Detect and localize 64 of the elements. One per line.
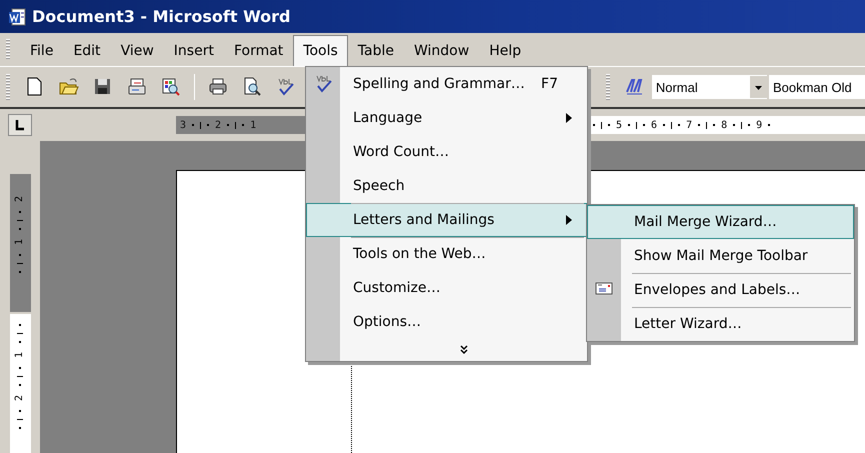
menu-item[interactable]: Tools on the Web… <box>306 237 587 271</box>
tab-selector-icon[interactable] <box>8 114 32 136</box>
ruler-number: 2 <box>215 120 222 130</box>
ruler-number: 8 <box>721 120 728 130</box>
spelling-icon <box>314 74 334 94</box>
spelling-icon[interactable] <box>276 77 296 97</box>
menu-label: Word Count… <box>352 144 450 160</box>
menu-item[interactable]: Language <box>306 101 587 135</box>
menu-item[interactable]: Letter Wizard… <box>587 307 854 341</box>
menu-item[interactable]: Mail Merge Wizard… <box>587 205 854 239</box>
menu-label: Letter Wizard… <box>633 316 743 332</box>
print-icon[interactable] <box>208 77 228 97</box>
menu-item[interactable]: Speech <box>306 169 587 203</box>
menu-label: Mail Merge Wizard… <box>633 214 778 230</box>
font-field[interactable]: Bookman Old <box>768 75 865 99</box>
menu-label: Letters and Mailings <box>352 212 496 228</box>
print-preview-icon[interactable] <box>242 77 262 97</box>
ruler-number: 2 <box>15 394 25 402</box>
shortcut-text: F7 <box>541 76 559 92</box>
menu-item[interactable]: View <box>110 35 164 66</box>
menu-label: Language <box>352 110 424 126</box>
research-icon[interactable] <box>160 77 181 97</box>
menu-item[interactable]: Tools <box>293 35 348 66</box>
open-folder-icon[interactable] <box>58 77 79 97</box>
ruler-number: 3 <box>180 120 186 130</box>
menu-item[interactable]: Edit <box>63 35 111 66</box>
save-icon[interactable] <box>92 77 113 97</box>
menu-label: Speech <box>352 178 406 194</box>
menu-item[interactable]: Word Count… <box>306 135 587 169</box>
menu-item[interactable]: Table <box>348 35 404 66</box>
menu-item[interactable]: Envelopes and Labels… <box>587 273 854 307</box>
menu-item[interactable]: Spelling and Grammar… F7 <box>306 67 587 101</box>
word-logo-icon <box>8 8 26 26</box>
menu-label: Show Mail Merge Toolbar <box>633 248 809 264</box>
menu-label: Spelling and Grammar… <box>352 76 526 92</box>
menu-item[interactable]: Format <box>224 35 294 66</box>
menu-item[interactable]: File <box>20 35 64 66</box>
ruler-number: 2 <box>15 196 25 202</box>
menu-item[interactable]: Help <box>479 35 532 66</box>
menu-item[interactable]: Insert <box>164 35 224 66</box>
menu-label: Customize… <box>352 280 442 296</box>
ruler-number: 6 <box>651 120 658 130</box>
ruler-number: 7 <box>686 120 692 130</box>
submenu-arrow-icon <box>566 113 572 123</box>
printer-permission-icon[interactable] <box>126 77 147 97</box>
style-dropdown[interactable]: Normal <box>652 75 767 99</box>
ruler-number: 1 <box>250 120 256 130</box>
menu-item[interactable]: Letters and Mailings <box>306 203 587 237</box>
expand-chevron-icon[interactable] <box>460 345 468 355</box>
ruler-number: 1 <box>15 238 25 246</box>
submenu-arrow-icon <box>566 215 572 225</box>
menu-item[interactable]: Show Mail Merge Toolbar <box>587 239 854 273</box>
ruler-number: 1 <box>15 352 25 358</box>
ruler-number: 5 <box>616 120 622 130</box>
menu-item[interactable]: Window <box>404 35 480 66</box>
styles-icon[interactable] <box>624 77 645 97</box>
style-value: Normal <box>656 80 698 94</box>
menu-label: Envelopes and Labels… <box>633 282 802 298</box>
menu-item[interactable]: Customize… <box>306 271 587 305</box>
window-title: Document3 - Microsoft Word <box>32 7 291 26</box>
menu-item[interactable]: Options… <box>306 305 587 339</box>
menu-label: Options… <box>352 314 422 330</box>
ruler-number: 9 <box>756 120 762 130</box>
menu-label: Tools on the Web… <box>352 246 487 262</box>
